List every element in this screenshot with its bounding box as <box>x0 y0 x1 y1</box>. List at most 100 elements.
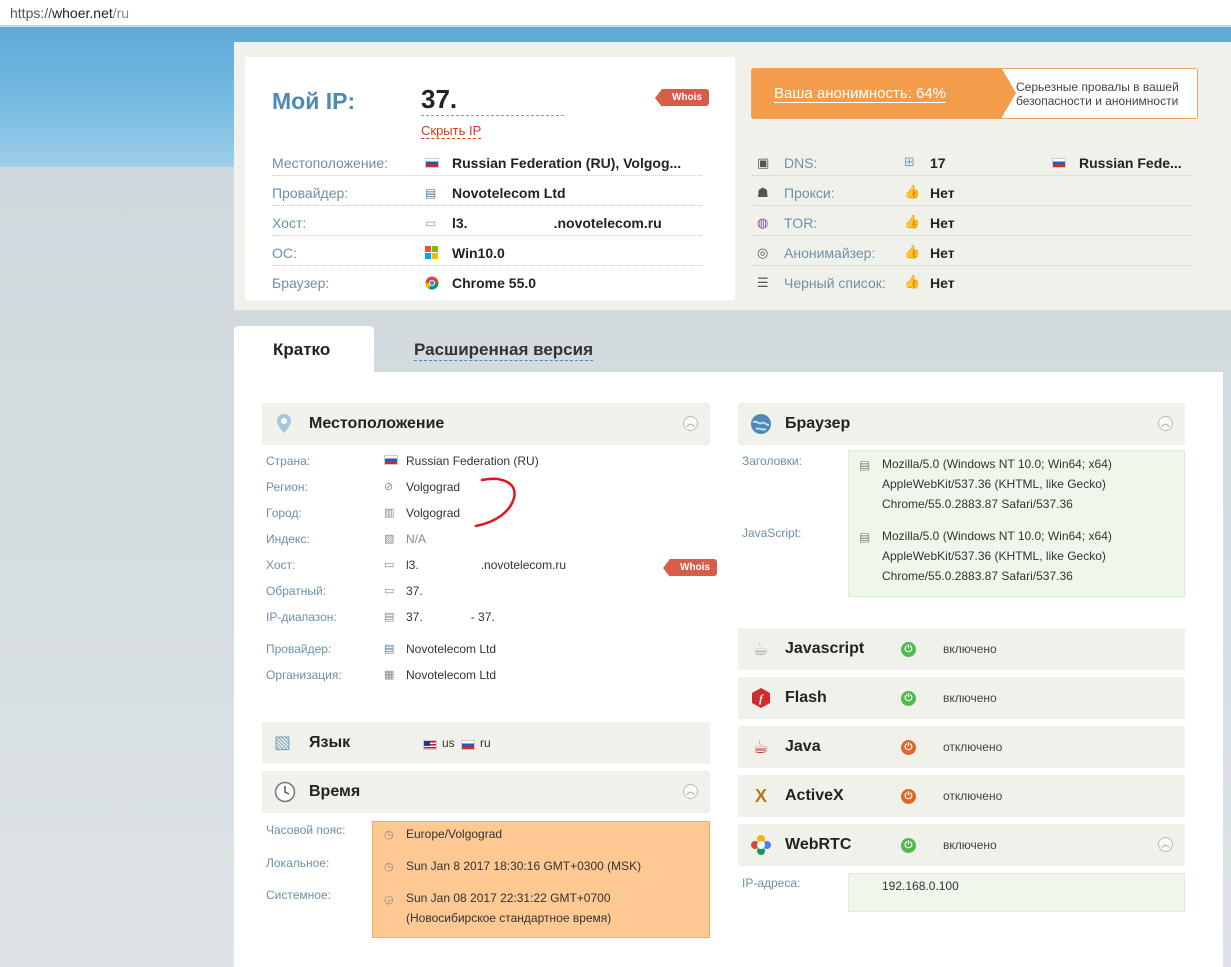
tab-extended[interactable]: Расширенная версия <box>414 340 594 361</box>
provider-icon: ▤ <box>425 186 437 200</box>
whois-button-top[interactable]: Whois <box>655 89 709 107</box>
plugin-row-webrtc[interactable]: WebRTC ⏻ включено ︿ <box>738 824 1185 866</box>
collapse-icon[interactable]: ︿ <box>683 416 698 431</box>
organization-icon: ▦ <box>384 669 395 681</box>
url-text[interactable]: https://whoer.net/ru <box>10 5 129 21</box>
info-label: Хост: <box>272 215 307 231</box>
document-icon: ▤ <box>859 530 871 544</box>
thumbs-up-icon: 👍 <box>904 214 921 229</box>
my-ip-value: 37. <box>421 84 564 116</box>
location-section-header[interactable]: Местоположение ︿ <box>262 403 710 445</box>
section-title: Местоположение <box>309 415 445 432</box>
anonymity-box: Ваша анонимность: 64% Серьезные провалы … <box>751 68 1198 119</box>
info-label: ОС: <box>272 245 297 261</box>
row-label: Город: <box>266 506 302 520</box>
language-code: ru <box>480 736 491 750</box>
flag-ru-icon <box>425 156 439 168</box>
security-label: DNS: <box>784 155 818 171</box>
collapse-icon[interactable]: ︿ <box>1158 416 1173 431</box>
anonymity-link[interactable]: Ваша анонимность: 64% <box>774 85 947 103</box>
security-value: Нет <box>930 275 955 291</box>
info-row-host: Хост: ▭ l3. .novotelecom.ru <box>272 206 702 236</box>
mailbox-icon: ▧ <box>384 533 395 545</box>
javascript-user-agent: Mozilla/5.0 (Windows NT 10.0; Win64; x64… <box>882 529 1112 583</box>
security-row-dns: ▣ DNS: ⊞ 17 Russian Fede... <box>752 146 1192 176</box>
thumbs-up-icon: 👍 <box>904 244 921 259</box>
security-value: 17 <box>930 155 946 171</box>
security-label: Анонимайзер: <box>784 245 876 261</box>
row-label: Обратный: <box>266 584 327 598</box>
info-value: Russian Federation (RU), Volgog... <box>452 155 682 171</box>
collapse-icon[interactable]: ︿ <box>683 784 698 799</box>
javascript-label: JavaScript: <box>742 526 802 540</box>
plugin-status: отключено <box>943 740 1003 754</box>
language-code: us <box>442 736 455 750</box>
browser-section-header[interactable]: Браузер ︿ <box>738 403 1185 445</box>
browser-url-bar[interactable]: https://whoer.net/ru <box>0 0 1231 26</box>
row-label: Провайдер: <box>266 642 332 656</box>
row-label: Страна: <box>266 454 311 468</box>
security-label: Прокси: <box>784 185 835 201</box>
row-label: Организация: <box>266 668 342 682</box>
url-path: /ru <box>112 5 130 21</box>
whois-button-location[interactable]: Whois <box>663 559 717 577</box>
server-icon: ▭ <box>425 216 437 230</box>
plugin-status: включено <box>943 642 997 656</box>
provider-icon: ▤ <box>384 643 395 655</box>
row-label: Регион: <box>266 480 308 494</box>
clock-icon: ◷ <box>384 861 394 873</box>
info-value: Win10.0 <box>452 245 505 261</box>
row-value: 37. <box>406 584 423 598</box>
flash-icon: f <box>750 687 772 709</box>
tab-brief[interactable]: Кратко <box>234 326 374 374</box>
plugin-row-flash: f Flash ⏻ включено <box>738 677 1185 719</box>
my-ip-label: Мой IP: <box>272 88 356 114</box>
row-value: Volgograd <box>406 480 461 494</box>
info-row-os: ОС: Win10.0 <box>272 236 702 266</box>
security-label: Черный список: <box>784 275 886 291</box>
security-row-tor: ◍ TOR: 👍 Нет <box>752 206 1192 236</box>
url-scheme: https:// <box>10 5 53 21</box>
security-value: Нет <box>930 215 955 231</box>
webrtc-icon <box>750 834 772 856</box>
section-title: Браузер <box>785 415 851 432</box>
plugin-status: включено <box>943 838 997 852</box>
row-value: Sun Jan 8 2017 18:30:16 GMT+0300 (MSK) <box>406 859 642 873</box>
row-label: Локальное: <box>266 856 330 870</box>
row-value: Novotelecom Ltd <box>406 642 497 656</box>
flag-ru-icon <box>384 455 398 468</box>
power-off-icon: ⏻ <box>901 740 916 755</box>
url-host: whoer.net <box>52 5 113 21</box>
collapse-icon[interactable]: ︿ <box>1158 837 1173 852</box>
row-value: Russian Federation (RU) <box>406 454 539 468</box>
plugin-status: включено <box>943 691 997 705</box>
section-title: Время <box>309 783 361 800</box>
plugin-row-javascript: ☕ Javascript ⏻ включено <box>738 628 1185 670</box>
spy-icon: ☗ <box>757 185 769 200</box>
list-icon: ☰ <box>757 275 769 290</box>
info-label: Провайдер: <box>272 185 349 201</box>
server-icon: ▭ <box>384 585 395 597</box>
row-value: Volgograd <box>406 506 461 520</box>
row-value: Sun Jan 08 2017 22:31:22 GMT+0700 <box>406 891 611 905</box>
row-value: Novotelecom Ltd <box>406 668 497 682</box>
activex-icon: X <box>754 786 767 806</box>
plugin-name: Java <box>785 738 821 755</box>
java-cup-icon: ☕ <box>752 737 770 757</box>
windows-icon <box>425 246 439 259</box>
headers-label: Заголовки: <box>742 454 802 468</box>
webrtc-ip-value: 192.168.0.100 <box>882 879 959 893</box>
server-icon: ▭ <box>384 559 395 571</box>
time-section-header[interactable]: Время ︿ <box>262 771 710 813</box>
handwritten-mark <box>474 477 516 528</box>
plugin-row-activex: X ActiveX ⏻ отключено <box>738 775 1185 817</box>
flag-ru-icon <box>1052 156 1066 171</box>
document-icon: ▤ <box>859 458 871 472</box>
power-on-icon: ⏻ <box>901 838 916 853</box>
security-value: Нет <box>930 185 955 201</box>
headers-user-agent: Mozilla/5.0 (Windows NT 10.0; Win64; x64… <box>882 457 1112 511</box>
glasses-icon: ◎ <box>757 245 769 260</box>
hide-ip-link[interactable]: Скрыть IP <box>421 123 482 139</box>
section-title: Язык <box>309 734 351 751</box>
clock-icon: ◷ <box>384 829 394 841</box>
